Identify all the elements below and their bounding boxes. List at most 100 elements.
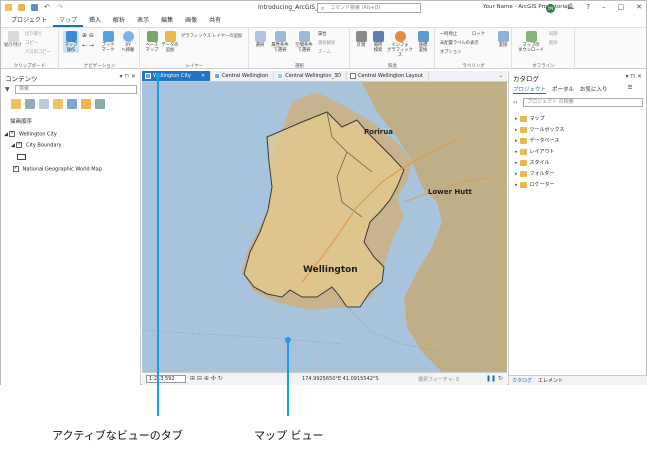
tab-insert[interactable]: 挿入	[83, 15, 107, 27]
polygon-symbol-icon[interactable]	[17, 154, 26, 160]
minimize-button[interactable]: –	[602, 3, 606, 11]
view-tab-central-wellington-layout[interactable]: Central Wellington Layout	[347, 71, 429, 81]
catalog-item[interactable]: ▸ レイアウト	[515, 148, 555, 155]
tab-project[interactable]: プロジェクト	[5, 15, 53, 27]
hamburger-menu-icon[interactable]: ☰	[628, 85, 633, 94]
collapse-arrow-icon[interactable]: ◢	[4, 132, 8, 138]
map-view[interactable]: Porirua Lower Hutt Wellington	[142, 82, 507, 372]
add-graphics-layer-button[interactable]: グラフィックス レイヤーの追加	[181, 33, 242, 39]
undo-icon[interactable]: ↶	[44, 4, 51, 11]
bottom-tab-elements[interactable]: エレメント	[538, 376, 563, 385]
data-source-icon[interactable]	[25, 99, 35, 109]
copy-path-button[interactable]: パスのコピー	[25, 49, 51, 55]
snapping-icon[interactable]	[67, 99, 77, 109]
pane-controls[interactable]: ▾ ⊓ ✕	[119, 73, 136, 80]
tab-analysis[interactable]: 解析	[107, 15, 131, 27]
open-project-icon[interactable]	[18, 4, 25, 11]
cut-button[interactable]: 切り取り	[25, 31, 42, 37]
toc-layer-city-boundary[interactable]: ◢ City Boundary	[11, 142, 62, 149]
view-tab-central-wellington[interactable]: Central Wellington	[211, 71, 275, 81]
catalog-item[interactable]: ▸ フォルダー	[515, 170, 555, 177]
catalog-item[interactable]: ▸ ツールボックス	[515, 126, 564, 133]
tab-list-chevron-icon[interactable]: ⌄	[499, 71, 507, 81]
convert-labels-button[interactable]: 変換	[496, 31, 510, 48]
city-boundary-checkbox[interactable]	[16, 142, 23, 148]
avatar[interactable]: YN	[546, 4, 555, 13]
perspective-icon[interactable]	[95, 99, 105, 109]
status-tools-icons[interactable]: ⊞ ⊟ ⊕ ✣ ↻	[190, 375, 223, 382]
basemap-button[interactable]: ベース マップ	[143, 31, 161, 53]
redo-icon[interactable]: ↷	[57, 4, 64, 11]
bookmarks-button[interactable]: ブック マーク	[100, 31, 116, 53]
drawing-order-icon[interactable]	[11, 99, 21, 109]
select-by-attributes-button[interactable]: 属性条件 で選択	[268, 31, 292, 53]
view-tab-central-wellington-3d[interactable]: Central Wellington_3D	[274, 71, 348, 81]
view-tab-wellington-city[interactable]: Wellington City ✕	[142, 71, 212, 82]
view-unplaced-button[interactable]: 未配置ラベルの表示	[440, 40, 479, 46]
label-options-button[interactable]: オプション	[440, 49, 461, 55]
tab-imagery[interactable]: 画像	[179, 15, 203, 27]
command-search-input[interactable]: ⌕ コマンド検索 (Alt+Q)	[317, 3, 421, 13]
zoom-full-icon[interactable]: ⊕ ⊖	[82, 32, 94, 39]
measure-button[interactable]: 計測	[353, 31, 369, 48]
close-icon[interactable]: ✕	[201, 71, 205, 82]
tab-edit[interactable]: 編集	[155, 15, 179, 27]
help-button[interactable]: ?	[586, 3, 590, 11]
catalog-tab-project[interactable]: プロジェクト	[513, 85, 547, 94]
toc-layer-basemap[interactable]: National Geographic World Map	[13, 166, 102, 173]
bell-icon[interactable]: 🔔︎	[567, 3, 575, 11]
bottom-tab-catalog[interactable]: カタログ	[512, 376, 532, 385]
catalog-search-input[interactable]: プロジェクト の検索	[523, 98, 643, 107]
add-data-button[interactable]: データの 追加	[161, 31, 179, 53]
prev-extent-icon[interactable]: ← →	[82, 42, 94, 49]
select-by-location-button[interactable]: 空間条件 で選択	[292, 31, 316, 53]
goto-xy-button[interactable]: XY へ移動	[119, 31, 137, 53]
maximize-button[interactable]: □	[618, 3, 625, 11]
map-checkbox[interactable]	[9, 131, 16, 137]
close-button[interactable]: ✕	[636, 3, 642, 11]
explore-button[interactable]: マップ 操作	[63, 31, 79, 53]
remove-button[interactable]: 削除	[549, 40, 558, 46]
paste-button[interactable]: 貼り付け	[3, 31, 23, 48]
contents-search-input[interactable]: 検索	[15, 85, 137, 94]
filter-icon[interactable]: ▼	[5, 86, 10, 93]
back-forward-icons[interactable]: ‹›	[513, 99, 518, 106]
selection-icon[interactable]	[39, 99, 49, 109]
toc-map-item[interactable]: ◢ Wellington City	[4, 131, 57, 138]
catalog-tab-favorites[interactable]: お気に入り	[580, 85, 608, 94]
pane-controls[interactable]: ▾ ⊓ ✕	[625, 73, 642, 80]
catalog-item[interactable]: ▸ スタイル	[515, 159, 550, 166]
basemap-name: National Geographic World Map	[22, 166, 102, 173]
download-map-button[interactable]: マップの ダウンロード	[517, 31, 545, 53]
attributes-button[interactable]: 属性	[318, 31, 327, 37]
tab-map[interactable]: マップ	[53, 15, 84, 27]
pause-labels-button[interactable]: 一時停止	[440, 31, 457, 37]
catalog-item[interactable]: ▸ マップ	[515, 115, 545, 122]
collapse-arrow-icon[interactable]: ◢	[11, 143, 15, 149]
lock-labels-button[interactable]: ロック	[472, 31, 485, 37]
map-canvas[interactable]: Porirua Lower Hutt Wellington	[142, 82, 507, 372]
locate-button[interactable]: 場所 検索	[369, 31, 387, 53]
editing-icon[interactable]	[53, 99, 63, 109]
pause-refresh-icons[interactable]: ❚❚ ↻	[486, 375, 503, 382]
convert-coordinates-button[interactable]: 座標 変換	[413, 31, 433, 53]
user-name[interactable]: Your Name - ArcGIS Pro Tutorials	[483, 4, 572, 10]
zoom-to-selection-button[interactable]: ズーム	[318, 49, 331, 55]
infographics-button[interactable]: インフォ グラフィックス	[387, 31, 413, 58]
scale-selector[interactable]: 1:213,592	[146, 375, 186, 383]
window-controls: 🔔︎ ? – □ ✕	[567, 3, 642, 11]
clear-selection-button[interactable]: 選択解除	[318, 40, 335, 46]
city-boundary-symbol[interactable]	[17, 154, 26, 162]
basemap-checkbox[interactable]	[13, 166, 19, 172]
catalog-item[interactable]: ▸ ロケーター	[515, 181, 555, 188]
save-icon[interactable]	[31, 4, 38, 11]
copy-button[interactable]: コピー	[25, 40, 38, 46]
new-project-icon[interactable]	[5, 4, 12, 11]
tab-view[interactable]: 表示	[131, 15, 155, 27]
sync-button[interactable]: 同期	[549, 31, 558, 37]
select-button[interactable]: 選択	[252, 31, 268, 48]
tab-share[interactable]: 共有	[203, 15, 227, 27]
labeling-icon[interactable]	[81, 99, 91, 109]
catalog-item[interactable]: ▸ データベース	[515, 137, 559, 144]
catalog-tab-portal[interactable]: ポータル	[552, 85, 574, 94]
